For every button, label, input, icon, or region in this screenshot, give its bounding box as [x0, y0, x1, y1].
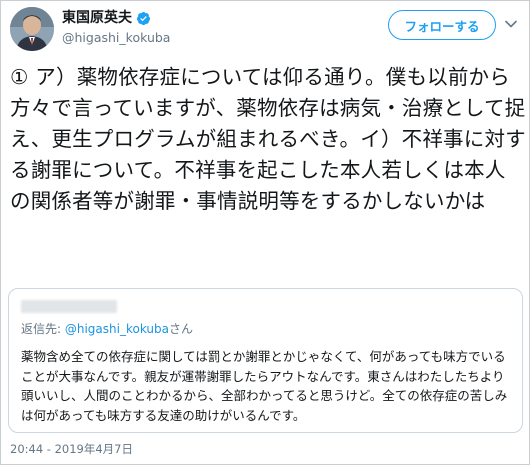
display-name[interactable]: 東国原英夫 [62, 9, 132, 27]
quoted-tweet-text: 薬物含め全ての依存症に関しては罰とか謝罪とかじゃなくて、何があっても味方でいるこ… [21, 349, 508, 423]
tweet-timestamp[interactable]: 20:44 - 2019年4月7日 [10, 441, 133, 457]
chevron-down-icon[interactable] [504, 17, 518, 31]
tweet-header: 東国原英夫 @higashi_kokuba フォローする [1, 1, 529, 57]
reply-to-line: 返信先: @higashi_kokubaさん [21, 321, 193, 337]
quoted-tweet[interactable]: 返信先: @higashi_kokubaさん 薬物含め全ての依存症に関しては罰と… [8, 288, 523, 433]
tweet-text: ① ア）薬物依存症については仰る通り。僕も以前から方々で言っていますが、薬物依存… [10, 65, 526, 213]
tweet-card: 東国原英夫 @higashi_kokuba フォローする ① ア）薬物依存症につ… [0, 0, 530, 465]
reply-to-mention[interactable]: @higashi_kokuba [65, 322, 169, 336]
redacted-author [21, 300, 117, 313]
user-handle[interactable]: @higashi_kokuba [62, 30, 170, 46]
name-row: 東国原英夫 [62, 8, 151, 28]
reply-to-prefix: 返信先: [21, 322, 65, 336]
follow-button[interactable]: フォローする [388, 10, 496, 40]
avatar-portrait-icon [10, 7, 54, 51]
verified-badge-icon [136, 11, 151, 25]
reply-to-suffix: さん [168, 322, 193, 336]
avatar[interactable] [10, 7, 54, 51]
